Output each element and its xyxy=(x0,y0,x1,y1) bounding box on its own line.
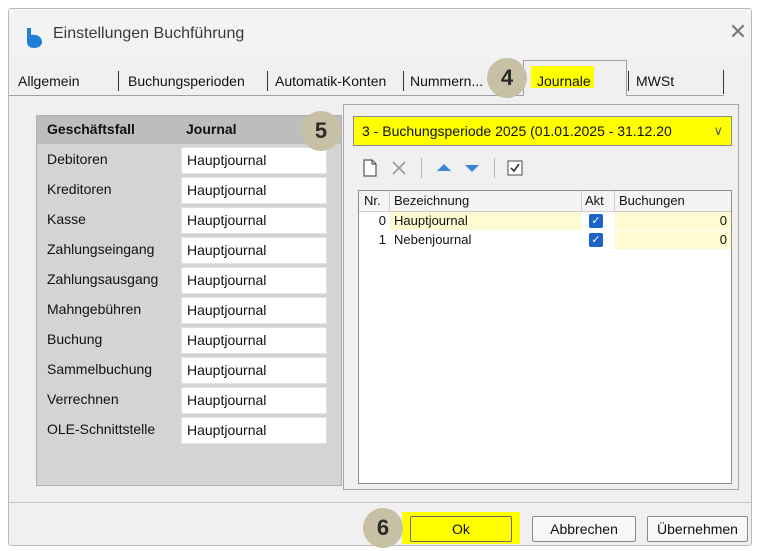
table-row: Zahlungseingang Hauptjournal xyxy=(37,235,341,265)
move-up-icon[interactable] xyxy=(434,158,454,178)
header-journal: Journal xyxy=(186,121,237,137)
col-akt[interactable]: Akt xyxy=(585,193,604,208)
case-label: Mahngebühren xyxy=(47,301,142,317)
title-bar: Einstellungen Buchführung ✕ xyxy=(9,9,751,57)
col-divider xyxy=(614,191,615,211)
checked-icon[interactable]: ✓ xyxy=(589,214,603,228)
col-divider xyxy=(581,191,582,211)
table-row: OLE-Schnittstelle Hauptjournal xyxy=(37,415,341,445)
tab-journale[interactable]: Journale xyxy=(537,68,591,94)
table-row: Debitoren Hauptjournal xyxy=(37,145,341,175)
tab-buchungsperioden[interactable]: Buchungsperioden xyxy=(128,68,245,94)
case-label: Sammelbuchung xyxy=(47,361,153,377)
period-select-value: 3 - Buchungsperiode 2025 (01.01.2025 - 3… xyxy=(362,123,672,139)
cell-bezeichnung[interactable]: Nebenjournal xyxy=(390,231,581,249)
toolbar-separator xyxy=(494,158,495,178)
cell-buchungen: 0 xyxy=(615,231,731,249)
case-label: Kasse xyxy=(47,211,86,227)
journal-grid: Nr. Bezeichnung Akt Buchungen 0 Hauptjou… xyxy=(358,190,732,484)
journal-select[interactable]: Hauptjournal xyxy=(181,207,327,234)
checked-icon[interactable]: ✓ xyxy=(589,233,603,247)
cell-akt[interactable]: ✓ xyxy=(582,212,614,230)
footer-divider xyxy=(8,502,752,503)
grid-header: Nr. Bezeichnung Akt Buchungen xyxy=(359,191,731,212)
tab-separator xyxy=(403,71,404,91)
col-divider xyxy=(389,191,390,211)
step-badge-6: 6 xyxy=(363,508,403,548)
table-row[interactable]: 1 Nebenjournal ✓ 0 xyxy=(359,231,731,249)
chevron-down-icon: ∨ xyxy=(713,123,723,138)
case-label: Zahlungseingang xyxy=(47,241,155,257)
ok-button[interactable]: Ok xyxy=(410,516,512,542)
table-row: Verrechnen Hauptjournal xyxy=(37,385,341,415)
cell-nr: 1 xyxy=(359,231,389,249)
cell-nr: 0 xyxy=(359,212,389,230)
journal-select[interactable]: Hauptjournal xyxy=(181,387,327,414)
table-row: Mahngebühren Hauptjournal xyxy=(37,295,341,325)
tab-separator xyxy=(723,70,724,94)
case-label: Verrechnen xyxy=(47,391,119,407)
tab-automatik-konten[interactable]: Automatik-Konten xyxy=(275,68,386,94)
col-nr[interactable]: Nr. xyxy=(364,193,381,208)
tab-nummern[interactable]: Nummern... xyxy=(410,68,485,94)
case-label: Kreditoren xyxy=(47,181,112,197)
close-icon[interactable]: ✕ xyxy=(727,21,749,43)
tab-separator xyxy=(628,71,629,91)
table-row[interactable]: 0 Hauptjournal ✓ 0 xyxy=(359,212,731,230)
cell-buchungen: 0 xyxy=(615,212,731,230)
table-row: Sammelbuchung Hauptjournal xyxy=(37,355,341,385)
period-select[interactable]: 3 - Buchungsperiode 2025 (01.01.2025 - 3… xyxy=(353,116,732,146)
journal-select[interactable]: Hauptjournal xyxy=(181,357,327,384)
case-label: Zahlungsausgang xyxy=(47,271,159,287)
col-buchungen[interactable]: Buchungen xyxy=(619,193,685,208)
new-icon[interactable] xyxy=(360,158,380,178)
journal-select[interactable]: Hauptjournal xyxy=(181,327,327,354)
left-panel: Geschäftsfall Journal Debitoren Hauptjou… xyxy=(36,115,342,486)
cancel-button[interactable]: Abbrechen xyxy=(532,516,636,542)
header-geschaeftsfall: Geschäftsfall xyxy=(47,121,135,137)
table-row: Kreditoren Hauptjournal xyxy=(37,175,341,205)
step-badge-5: 5 xyxy=(301,111,341,151)
journal-select[interactable]: Hauptjournal xyxy=(181,237,327,264)
table-row: Buchung Hauptjournal xyxy=(37,325,341,355)
journal-select[interactable]: Hauptjournal xyxy=(181,297,327,324)
journal-select[interactable]: Hauptjournal xyxy=(181,267,327,294)
tab-separator xyxy=(118,71,119,91)
case-label: Buchung xyxy=(47,331,103,347)
journal-select[interactable]: Hauptjournal xyxy=(181,147,327,174)
journal-select[interactable]: Hauptjournal xyxy=(181,417,327,444)
move-down-icon[interactable] xyxy=(462,158,482,178)
case-label: Debitoren xyxy=(47,151,108,167)
checkbox-icon[interactable] xyxy=(505,158,525,178)
apply-button[interactable]: Übernehmen xyxy=(647,516,748,542)
tab-mwst[interactable]: MWSt xyxy=(636,68,674,94)
col-bezeichnung[interactable]: Bezeichnung xyxy=(394,193,469,208)
tab-separator xyxy=(267,71,268,91)
tab-allgemein[interactable]: Allgemein xyxy=(18,68,79,94)
app-logo-icon xyxy=(27,28,42,48)
journal-select[interactable]: Hauptjournal xyxy=(181,177,327,204)
delete-icon[interactable] xyxy=(389,158,409,178)
case-label: OLE-Schnittstelle xyxy=(47,421,156,437)
toolbar-separator xyxy=(421,158,422,178)
cell-akt[interactable]: ✓ xyxy=(582,231,614,249)
window-title: Einstellungen Buchführung xyxy=(53,25,245,42)
table-row: Zahlungsausgang Hauptjournal xyxy=(37,265,341,295)
table-row: Kasse Hauptjournal xyxy=(37,205,341,235)
left-table-header: Geschäftsfall Journal xyxy=(37,116,341,144)
cell-bezeichnung[interactable]: Hauptjournal xyxy=(390,212,581,230)
step-badge-4: 4 xyxy=(487,58,527,98)
